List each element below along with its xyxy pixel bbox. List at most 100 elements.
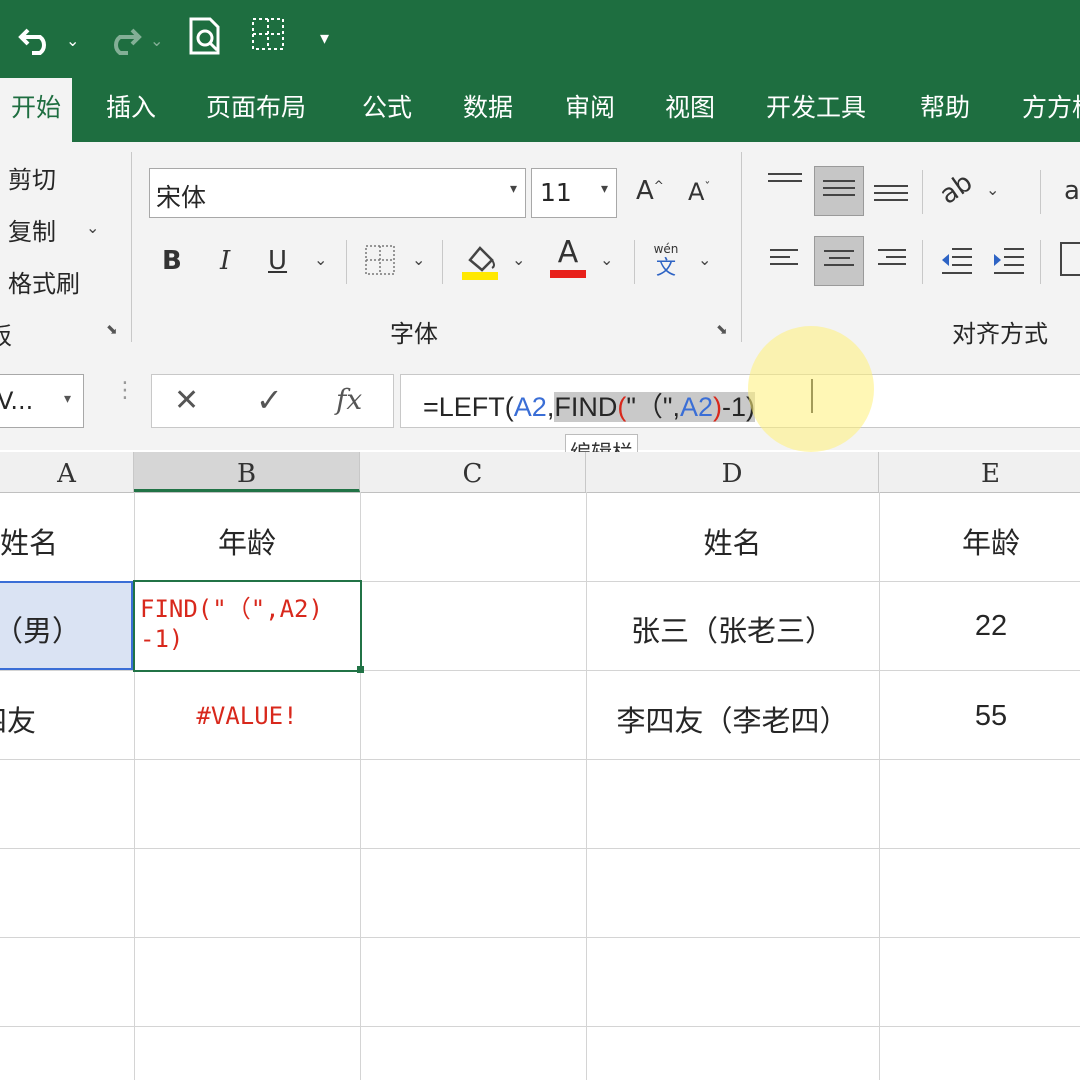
tab-page-layout[interactable]: 页面布局	[206, 78, 306, 142]
cell-b2-line1: FIND("（",A2)	[140, 595, 323, 623]
formula-segment: FIND	[554, 392, 618, 422]
format-painter-button[interactable]: 格式刷	[8, 264, 80, 299]
undo-dropdown-icon[interactable]: ⌄	[66, 26, 79, 56]
customize-quick-access-icon[interactable]: ▾	[320, 24, 329, 54]
font-color-label: A	[557, 235, 579, 270]
tab-fangfang[interactable]: 方方格	[1022, 78, 1080, 142]
group-divider	[346, 240, 347, 284]
copy-button[interactable]: 复制	[8, 212, 56, 247]
group-divider	[922, 170, 923, 214]
tab-view[interactable]: 视图	[665, 78, 715, 142]
bold-button[interactable]: B	[162, 246, 182, 276]
cell-d1[interactable]: 姓名	[586, 520, 879, 562]
gridline	[0, 759, 1080, 760]
group-divider	[922, 240, 923, 284]
phonetic-guide-icon[interactable]: wén 文	[650, 242, 682, 278]
group-divider	[634, 240, 635, 284]
orientation-dropdown-icon[interactable]: ⌄	[986, 180, 999, 199]
column-header-a[interactable]: A	[0, 452, 134, 492]
cell-d2[interactable]: 张三（张老三）	[586, 608, 879, 650]
phonetic-dropdown-icon[interactable]: ⌄	[698, 250, 711, 269]
font-size-dropdown-icon[interactable]: ▾	[601, 181, 608, 197]
decrease-font-size-button[interactable]: Aˇ	[688, 178, 710, 206]
print-preview-icon[interactable]	[186, 16, 226, 56]
decrease-indent-icon[interactable]	[940, 246, 974, 280]
clipboard-launcher-icon[interactable]: ⬊	[106, 322, 118, 338]
cell-e2[interactable]: 22	[879, 610, 1080, 643]
cell-a3[interactable]: 四友	[0, 698, 108, 740]
enter-icon[interactable]: ✓	[256, 381, 283, 419]
name-box-dropdown-icon[interactable]: ▾	[64, 391, 71, 407]
tab-insert[interactable]: 插入	[106, 78, 156, 142]
grow-font-label: A	[636, 176, 654, 206]
cell-a2[interactable]: （男）	[0, 608, 124, 650]
tab-help[interactable]: 帮助	[920, 78, 970, 142]
align-center-icon	[824, 245, 854, 271]
formula-segment: A2	[680, 392, 714, 422]
borders-icon[interactable]	[250, 16, 286, 52]
formula-segment: )	[713, 392, 723, 422]
align-center-button[interactable]	[814, 236, 864, 286]
font-name-dropdown-icon[interactable]: ▾	[510, 181, 517, 197]
formula-bar-grip-icon[interactable]: ⋮	[114, 380, 136, 402]
tab-data[interactable]: 数据	[463, 78, 513, 142]
cell-d3[interactable]: 李四友（李老四）	[586, 698, 879, 740]
italic-button[interactable]: I	[220, 246, 230, 276]
font-color-dropdown-icon[interactable]: ⌄	[600, 250, 613, 269]
borders-button-icon[interactable]	[364, 244, 396, 280]
font-color-icon[interactable]: A	[550, 236, 586, 278]
group-divider	[741, 152, 742, 342]
fill-handle[interactable]	[357, 666, 364, 673]
tab-review[interactable]: 审阅	[565, 78, 615, 142]
gridline	[0, 937, 1080, 938]
font-size-value: 11	[540, 178, 572, 207]
borders-dropdown-icon[interactable]: ⌄	[412, 250, 425, 269]
cancel-icon[interactable]: ✕	[174, 383, 199, 418]
cell-b2-line2: -1)	[140, 625, 184, 653]
increase-indent-icon[interactable]	[992, 246, 1026, 280]
increase-font-size-button[interactable]: A^	[636, 176, 664, 206]
group-divider	[1040, 170, 1041, 214]
font-launcher-icon[interactable]: ⬊	[716, 322, 728, 338]
align-left-icon[interactable]	[770, 244, 798, 270]
top-align-icon[interactable]	[768, 168, 802, 187]
formula-segment: A2	[513, 392, 547, 422]
formula-segment: =LEFT(	[423, 392, 514, 422]
middle-align-button[interactable]	[814, 166, 864, 216]
redo-dropdown-icon[interactable]: ⌄	[150, 26, 163, 56]
cell-e3[interactable]: 55	[879, 700, 1080, 733]
align-right-icon[interactable]	[878, 244, 906, 270]
copy-dropdown-icon[interactable]: ⌄	[86, 218, 99, 237]
undo-icon[interactable]	[18, 20, 58, 56]
redo-icon[interactable]	[102, 20, 142, 56]
cut-button[interactable]: 剪切	[8, 160, 56, 195]
gridline	[0, 848, 1080, 849]
fill-color-icon[interactable]	[462, 240, 500, 286]
column-header-e[interactable]: E	[879, 452, 1080, 492]
cell-a1[interactable]: 姓名	[0, 520, 60, 562]
cell-b1[interactable]: 年龄	[134, 520, 360, 562]
tab-developer[interactable]: 开发工具	[766, 78, 866, 142]
cell-b3[interactable]: #VALUE!	[134, 702, 360, 730]
merge-center-icon[interactable]	[1060, 242, 1080, 276]
clipboard-group-label: 板	[0, 316, 12, 351]
column-header-d[interactable]: D	[586, 452, 879, 492]
name-box[interactable]: V... ▾	[0, 374, 84, 428]
tab-home[interactable]: 开始	[0, 78, 72, 142]
cell-b2-formula[interactable]: FIND("（",A2) -1)	[140, 594, 360, 654]
wrap-text-icon[interactable]: a	[1064, 176, 1080, 206]
underline-dropdown-icon[interactable]: ⌄	[314, 250, 327, 269]
font-name-box[interactable]: 宋体 ▾	[149, 168, 526, 218]
shrink-font-label: A	[688, 178, 705, 206]
insert-function-icon[interactable]: fx	[336, 383, 362, 416]
column-header-c[interactable]: C	[360, 452, 586, 492]
underline-button[interactable]: U	[268, 246, 287, 276]
formula-input[interactable]: =LEFT(A2,FIND("（",A2)-1)	[400, 374, 1080, 428]
column-header-b[interactable]: B	[134, 452, 360, 492]
bottom-align-icon[interactable]	[874, 180, 908, 206]
fill-color-dropdown-icon[interactable]: ⌄	[512, 250, 525, 269]
name-box-value: V...	[0, 387, 34, 415]
cell-e1[interactable]: 年龄	[879, 520, 1080, 562]
tab-formulas[interactable]: 公式	[362, 78, 412, 142]
font-size-box[interactable]: 11 ▾	[531, 168, 617, 218]
